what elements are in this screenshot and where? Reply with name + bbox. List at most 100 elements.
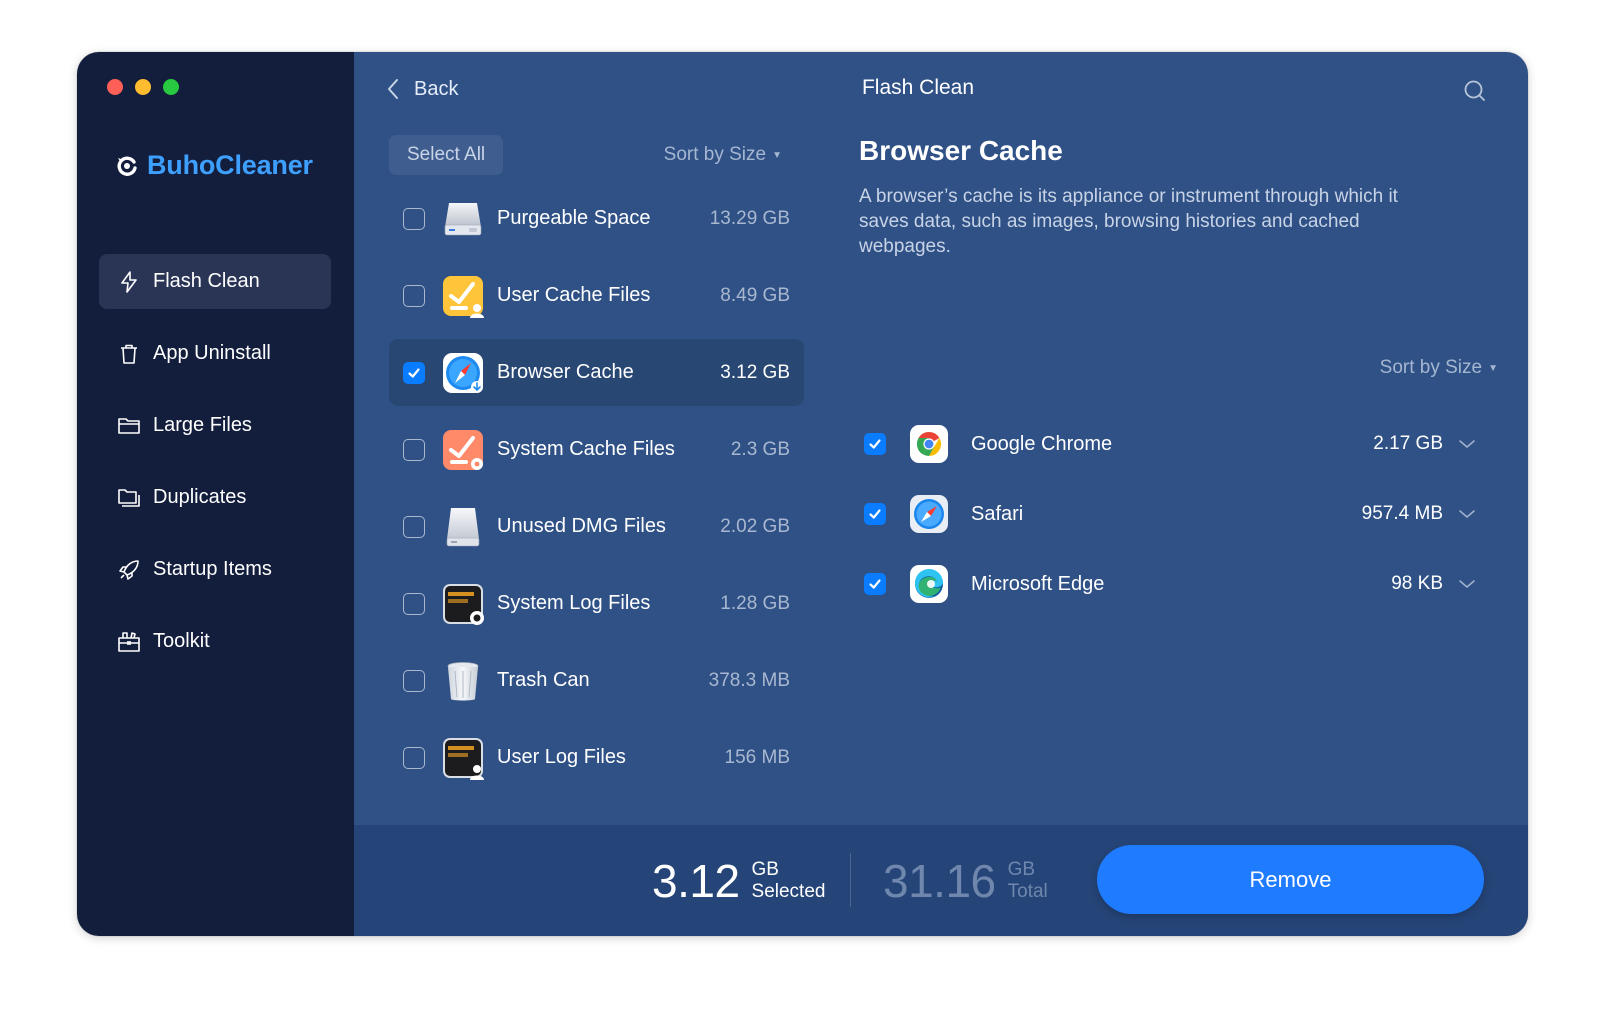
sidebar-nav: Flash Clean App Uninstall Large Files Du…: [99, 254, 331, 686]
select-all-button[interactable]: Select All: [389, 135, 504, 175]
category-size: 2.3 GB: [730, 438, 790, 460]
app-size: 98 KB: [1391, 573, 1443, 594]
sidebar-item-toolkit[interactable]: Toolkit: [99, 614, 331, 669]
disk-icon: [444, 202, 482, 235]
system-cache-icon: [443, 429, 483, 470]
checkmark-icon: [408, 367, 420, 378]
app-row-google-chrome[interactable]: Google Chrome 2.17 GB: [859, 409, 1498, 479]
category-checkbox[interactable]: [403, 438, 425, 461]
minimize-window-button[interactable]: [135, 79, 151, 95]
sidebar-item-flash-clean[interactable]: Flash Clean: [99, 254, 331, 309]
category-checkbox[interactable]: [403, 669, 425, 692]
browser-app-list: Google Chrome 2.17 GB Safari 957.4 MB Mi…: [859, 409, 1498, 619]
category-label: System Log Files: [497, 592, 651, 614]
detail-description: A browser’s cache is its appliance or in…: [859, 186, 1398, 257]
dmg-disk-icon: [446, 507, 480, 546]
category-size: 1.28 GB: [720, 592, 790, 614]
category-row-user-log-files[interactable]: User Log Files 156 MB: [389, 724, 804, 791]
app-checkbox[interactable]: [864, 503, 886, 525]
category-checkbox[interactable]: [403, 207, 425, 230]
app-size: 2.17 GB: [1373, 433, 1443, 454]
category-label: System Cache Files: [497, 438, 675, 460]
category-row-unused-dmg-files[interactable]: Unused DMG Files 2.02 GB: [389, 493, 804, 560]
checkmark-icon: [869, 579, 881, 589]
brand-logo-icon: [117, 156, 137, 176]
total-value: 31.16: [883, 854, 996, 907]
search-icon[interactable]: [1462, 78, 1488, 104]
category-checkbox[interactable]: [403, 746, 425, 769]
category-label: Purgeable Space: [497, 207, 651, 229]
category-rows: Purgeable Space 13.29 GB User Cache File…: [389, 185, 804, 791]
category-label: Trash Can: [497, 669, 590, 691]
sort-dropdown[interactable]: Sort by Size ▼: [664, 144, 782, 166]
selected-stat: 3.12 GB Selected: [652, 825, 825, 936]
category-row-trash-can[interactable]: Trash Can 378.3 MB: [389, 647, 804, 714]
sidebar-item-duplicates[interactable]: Duplicates: [99, 470, 331, 525]
category-row-purgeable-space[interactable]: Purgeable Space 13.29 GB: [389, 185, 804, 252]
window-controls: [107, 79, 179, 95]
folder-icon: [118, 417, 140, 434]
category-label: User Cache Files: [497, 284, 651, 306]
category-label: Unused DMG Files: [497, 515, 666, 537]
zoom-window-button[interactable]: [163, 79, 179, 95]
page-title: Flash Clean: [354, 76, 1528, 100]
system-log-icon: [443, 583, 484, 625]
category-checkbox[interactable]: [403, 592, 425, 615]
trash-icon: [121, 344, 137, 364]
app-checkbox[interactable]: [864, 433, 886, 455]
chevron-down-icon[interactable]: [1457, 504, 1477, 524]
sidebar: BuhoCleaner Flash Clean App Uninstall La…: [77, 52, 354, 936]
category-row-system-log-files[interactable]: System Log Files 1.28 GB: [389, 570, 804, 637]
category-row-browser-cache[interactable]: Browser Cache 3.12 GB: [389, 339, 804, 406]
app-name: Microsoft Edge: [971, 572, 1105, 595]
app-row-safari[interactable]: Safari 957.4 MB: [859, 479, 1498, 549]
sidebar-item-startup-items[interactable]: Startup Items: [99, 542, 331, 597]
category-label: User Log Files: [497, 746, 626, 768]
sidebar-item-label: Toolkit: [153, 630, 210, 652]
category-checkbox[interactable]: [403, 284, 425, 307]
chevron-down-icon[interactable]: [1457, 434, 1477, 454]
main-panel: Back Flash Clean Select All Sort by Size…: [354, 52, 1528, 936]
app-checkbox[interactable]: [864, 573, 886, 595]
close-window-button[interactable]: [107, 79, 123, 95]
detail-title: Browser Cache: [859, 135, 1063, 166]
footer-divider: [850, 853, 851, 907]
page-title-text: Flash Clean: [861, 76, 975, 99]
total-stat: 31.16 GB Total: [883, 825, 1048, 936]
safari-icon: [910, 495, 948, 533]
sidebar-item-large-files[interactable]: Large Files: [99, 398, 331, 453]
sidebar-item-app-uninstall[interactable]: App Uninstall: [99, 326, 331, 381]
selected-unit: GB: [751, 858, 779, 880]
list-header: Select All Sort by Size ▼: [389, 135, 804, 175]
duplicate-folder-icon: [118, 488, 140, 507]
app-name: Safari: [971, 502, 1024, 525]
detail-sort-label: Sort by Size: [1379, 357, 1483, 378]
bolt-icon: [121, 270, 137, 293]
selected-value: 3.12: [652, 854, 740, 907]
trash-can-icon: [447, 661, 479, 700]
category-checkbox[interactable]: [403, 361, 425, 384]
sidebar-item-label: App Uninstall: [153, 342, 271, 364]
sidebar-item-label: Startup Items: [153, 558, 272, 580]
category-row-user-cache-files[interactable]: User Cache Files 8.49 GB: [389, 262, 804, 329]
user-cache-icon: [443, 275, 484, 318]
brand: BuhoCleaner: [115, 150, 313, 181]
category-size: 378.3 MB: [708, 669, 790, 691]
category-label: Browser Cache: [497, 361, 634, 383]
caret-down-icon: ▼: [772, 149, 782, 161]
detail-sort-dropdown[interactable]: Sort by Size ▼: [1380, 357, 1498, 379]
category-checkbox[interactable]: [403, 515, 425, 538]
total-unit-group: GB Total: [1008, 859, 1048, 903]
category-size: 2.02 GB: [720, 515, 790, 537]
category-size: 13.29 GB: [709, 207, 790, 229]
category-row-system-cache-files[interactable]: System Cache Files 2.3 GB: [389, 416, 804, 483]
chrome-icon: [910, 425, 948, 463]
app-row-microsoft-edge[interactable]: Microsoft Edge 98 KB: [859, 549, 1498, 619]
category-size: 8.49 GB: [720, 284, 790, 306]
chevron-down-icon[interactable]: [1457, 574, 1477, 594]
rocket-icon: [119, 559, 139, 580]
remove-button[interactable]: Remove: [1097, 845, 1484, 914]
sidebar-item-label: Flash Clean: [153, 270, 260, 292]
user-log-icon: [443, 737, 484, 780]
app-name: Google Chrome: [971, 432, 1113, 455]
